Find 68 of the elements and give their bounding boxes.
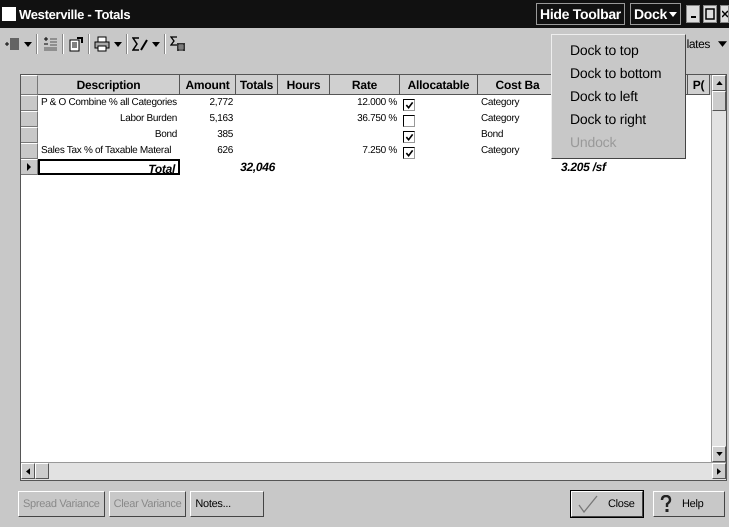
dock-button[interactable]: Dock [630,3,681,25]
table-cell: 36.750 % [357,113,397,124]
table-cell: 3.205 /sf [561,160,606,174]
menu-item[interactable]: Dock to right [552,108,685,131]
current-row-icon [27,163,31,171]
column-header[interactable]: Totals [236,75,278,95]
column-header[interactable]: Allocatable [400,75,478,95]
table-cell: 32,046 [240,160,275,174]
table-cell: 12.000 % [357,97,397,108]
table-cell: 2,772 [209,97,233,108]
table-cell: Category [481,145,520,156]
table-cell: Bond [481,129,504,140]
checkmark-icon [578,495,598,513]
scroll-up-icon[interactable] [716,81,722,85]
scroll-left-icon[interactable] [26,468,30,474]
dropdown-arrow-icon[interactable] [114,42,122,46]
allocatable-checkbox[interactable] [403,99,415,111]
table-cell: 5,163 [209,113,233,124]
scroll-right-icon[interactable] [717,468,721,474]
allocatable-checkbox[interactable] [403,147,415,159]
allocatable-checkbox[interactable] [403,115,415,127]
maximize-button[interactable] [703,5,717,23]
vertical-scrollbar[interactable] [711,75,726,462]
column-header[interactable]: Amount [180,75,236,95]
insert-rows-icon[interactable] [4,36,20,52]
row-selector[interactable] [21,159,38,175]
close-button[interactable]: Close [571,491,643,517]
table-cell: Total [148,162,175,173]
window-title: Westerville - Totals [19,6,130,22]
sum-edit-icon[interactable] [132,36,148,52]
plus-minus-lines-icon[interactable] [42,36,58,52]
table-cell: P & O Combine % all Categories [41,97,177,108]
templates-label[interactable]: lates [686,37,710,51]
table-cell: Labor Burden [120,113,177,124]
column-header[interactable]: P( [688,75,710,95]
table-cell: 626 [217,145,233,156]
column-header[interactable]: Hours [278,75,330,95]
dropdown-arrow-icon[interactable] [24,42,32,46]
close-icon [722,8,728,20]
help-icon [660,495,672,513]
minimize-button[interactable] [686,5,700,23]
scrollbar-thumb[interactable] [35,463,49,479]
sum-calculator-icon[interactable] [170,36,186,52]
minimize-icon [690,16,696,18]
dropdown-arrow-icon[interactable] [152,42,160,46]
help-button[interactable]: Help [653,491,725,517]
dropdown-arrow-icon[interactable] [718,41,727,47]
hide-toolbar-button[interactable]: Hide Toolbar [536,3,625,25]
printer-icon[interactable] [94,36,110,52]
table-cell: 385 [217,129,233,140]
table-cell: Category [481,113,520,124]
horizontal-scrollbar[interactable] [21,462,726,480]
scrollbar-thumb[interactable] [712,91,726,111]
maximize-icon [705,8,715,20]
close-button[interactable] [720,5,729,23]
document-properties-icon[interactable] [68,36,84,52]
caret-icon [669,12,677,16]
window-icon [2,7,16,21]
scroll-down-icon[interactable] [716,452,722,456]
table-cell: Category [481,97,520,108]
column-header[interactable]: Rate [330,75,400,95]
action-button[interactable]: Notes... [190,491,264,517]
table-cell: 7.250 % [362,145,397,156]
table-cell: Sales Tax % of Taxable Materal [41,145,172,156]
column-header[interactable]: Description [38,75,180,95]
table-cell: Bond [154,129,177,140]
allocatable-checkbox[interactable] [403,131,415,143]
menu-item[interactable]: Dock to top [552,39,685,62]
